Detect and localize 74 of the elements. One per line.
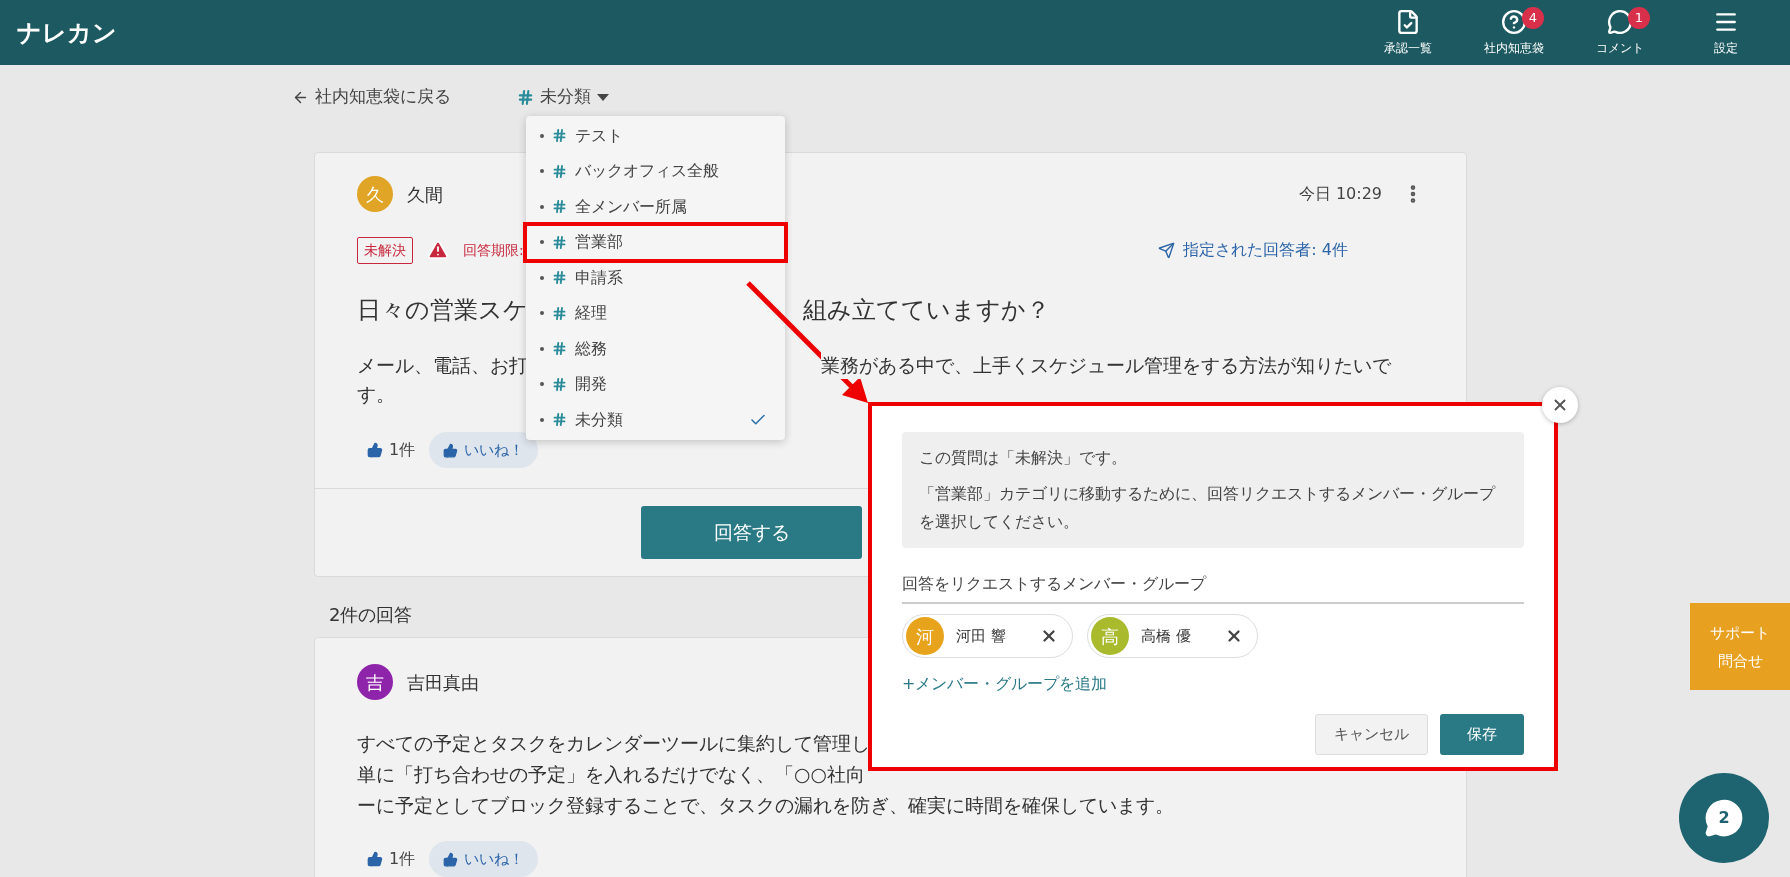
like-count: 1件 xyxy=(389,439,416,461)
question-body: メール、電話、お打 xyxy=(357,353,528,376)
nav-item[interactable]: 社内知恵袋 4 xyxy=(1470,2,1558,63)
nav-item[interactable]: コメント 1 xyxy=(1576,2,1664,63)
send-icon xyxy=(1158,241,1176,259)
chat-button[interactable]: 2 xyxy=(1679,773,1769,863)
save-button[interactable]: 保存 xyxy=(1440,714,1524,755)
back-link[interactable]: 社内知恵袋に戻る xyxy=(292,84,451,110)
nav-item[interactable]: 承認一覧 xyxy=(1364,2,1452,63)
answer-text: ーに予定としてブロック登録することで、タスクの漏れを防ぎ、確実に時間を確保しています。 xyxy=(357,793,1174,818)
field-label: 回答をリクエストするメンバー・グループ xyxy=(902,572,1524,604)
hash-icon xyxy=(552,199,567,215)
thumbs-up-icon xyxy=(443,851,459,867)
question-title: 日々の営業スケ xyxy=(357,296,528,324)
assignee-link[interactable]: 指定された回答者: 4件 xyxy=(1158,238,1424,262)
category-option[interactable]: 申請系 xyxy=(526,260,785,296)
nav-item[interactable]: 設定 xyxy=(1682,2,1770,63)
category-dropdown[interactable]: 未分類 xyxy=(517,84,609,110)
hash-icon xyxy=(552,234,567,250)
add-member-link[interactable]: +メンバー・グループを追加 xyxy=(902,672,1524,696)
thumbs-up-icon xyxy=(443,442,459,458)
document-check-icon xyxy=(1395,8,1421,35)
like-button[interactable]: いいね！ xyxy=(429,841,539,877)
avatar: 河 xyxy=(906,617,944,655)
hash-icon xyxy=(552,163,567,179)
remove-icon[interactable] xyxy=(1040,627,1058,645)
category-option[interactable]: 経理 xyxy=(526,295,785,331)
thumbs-up-icon xyxy=(367,442,383,458)
notice-text: この質問は「未解決」です。 xyxy=(919,447,1128,469)
close-button[interactable] xyxy=(1542,387,1578,423)
warning-icon xyxy=(427,239,449,261)
category-option[interactable]: 総務 xyxy=(526,331,785,367)
question-body: す。 xyxy=(357,383,395,405)
like-button[interactable]: いいね！ xyxy=(429,432,539,468)
category-option[interactable]: 開発 xyxy=(526,366,785,402)
category-option[interactable]: 営業部 xyxy=(526,224,785,260)
hash-icon xyxy=(552,128,567,144)
question-title: 組み立てていますか？ xyxy=(803,295,1050,326)
cancel-button[interactable]: キャンセル xyxy=(1315,714,1428,755)
status-badge: 未解決 xyxy=(357,236,413,264)
hash-icon xyxy=(552,305,567,321)
hash-icon xyxy=(552,376,567,392)
hash-icon xyxy=(552,412,567,428)
answer-button[interactable]: 回答する xyxy=(641,506,862,559)
answer-text: すべての予定とタスクをカレンダーツールに集約して管理し xyxy=(357,731,870,756)
hash-icon xyxy=(552,270,567,286)
chat-count: 2 xyxy=(1718,807,1730,829)
member-name: 高橋 優 xyxy=(1141,625,1192,647)
hash-icon xyxy=(552,341,567,357)
avatar: 久 xyxy=(357,176,393,212)
category-option[interactable]: テスト xyxy=(526,118,785,154)
avatar: 高 xyxy=(1091,617,1129,655)
answers-heading: 2件の回答 xyxy=(329,604,413,625)
post-time: 今日 10:29 xyxy=(1298,183,1382,205)
deadline-text: 回答期限: xyxy=(463,240,524,260)
author-name: 久間 xyxy=(407,182,443,207)
chat-bubble-icon xyxy=(1704,798,1744,838)
member-name: 河田 響 xyxy=(956,625,1007,647)
like-count: 1件 xyxy=(389,848,416,870)
answer-text: 単に「打ち合わせの予定」を入れるだけでなく、「○○社向 xyxy=(357,762,866,787)
thumbs-up-icon xyxy=(367,851,383,867)
category-option[interactable]: バックオフィス全般 xyxy=(526,153,785,189)
avatar: 吉 xyxy=(357,664,393,700)
app-logo[interactable]: ナレカン xyxy=(17,14,117,51)
notification-badge: 1 xyxy=(1628,6,1650,29)
author-name: 吉田真由 xyxy=(407,670,479,695)
remove-icon[interactable] xyxy=(1225,627,1243,645)
notice-text: 「営業部」カテゴリに移動するために、回答リクエストするメンバー・グループを選択してください。 xyxy=(919,483,1497,533)
category-option[interactable]: 全メンバー所属 xyxy=(526,189,785,225)
help-icon xyxy=(1501,8,1527,35)
chat-bubble-icon xyxy=(1607,8,1633,35)
hash-icon xyxy=(517,88,534,106)
notification-badge: 4 xyxy=(1522,6,1544,29)
question-body: 業務がある中で、上手くスケジュール管理をする方法が知りたいで xyxy=(821,350,1391,380)
